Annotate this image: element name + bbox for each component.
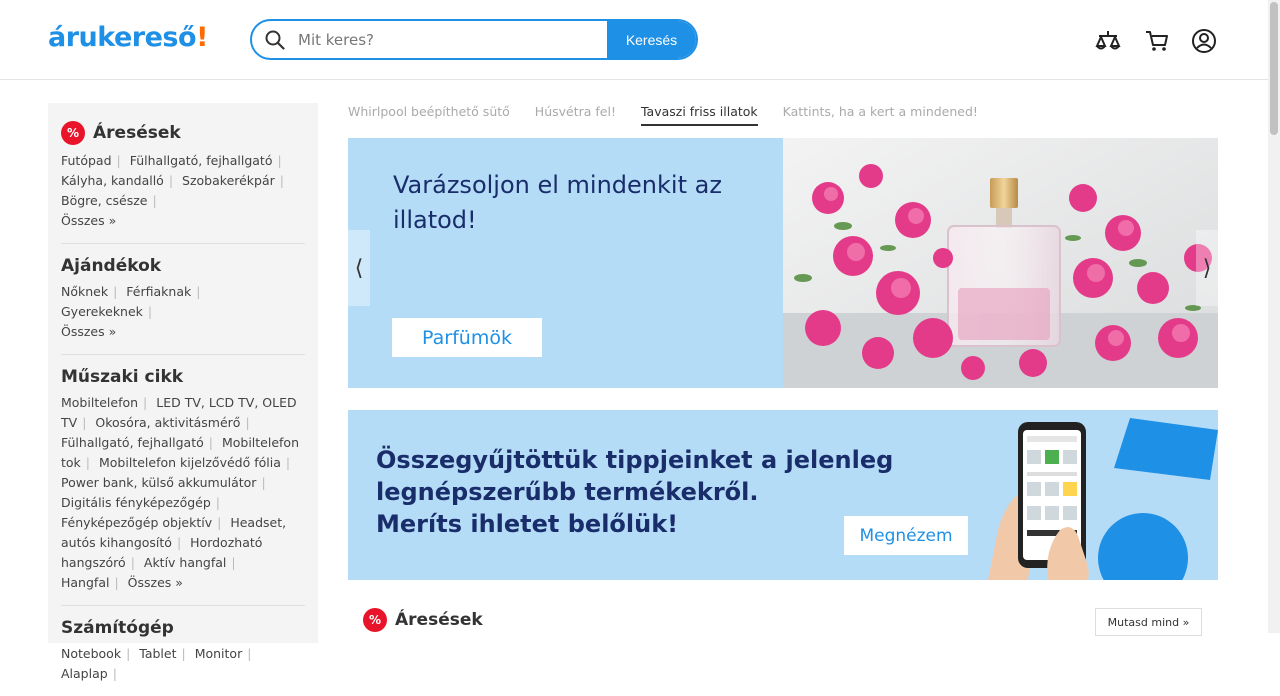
link-notebook[interactable]: Notebook	[61, 646, 121, 661]
link-bogre[interactable]: Bögre, csésze	[61, 193, 148, 208]
category-links-computers: Notebook | Tablet | Monitor | Alaplap |	[61, 646, 252, 681]
link-aktiv-hangfal[interactable]: Aktív hangfal	[144, 555, 227, 570]
tips-banner[interactable]: Összegyűjtöttük tippjeinket a jelenleg l…	[348, 410, 1218, 580]
carousel-prev-arrow-icon[interactable]: ⟨	[348, 230, 370, 306]
tips-line-1: Összegyűjtöttük tippjeinket a jelenleg	[376, 446, 894, 474]
link-fulhallgato-tech[interactable]: Fülhallgató, fejhallgató	[61, 435, 204, 450]
category-title-gifts: Ajándékok	[61, 256, 305, 276]
link-kalyha[interactable]: Kályha, kandalló	[61, 173, 164, 188]
site-logo[interactable]: árukereső!	[48, 22, 208, 53]
cart-icon[interactable]	[1143, 27, 1171, 55]
category-links-deals: Futópad | Fülhallgató, fejhallgató | Kályh…	[61, 153, 284, 228]
link-objektiv[interactable]: Fényképezőgép objektív	[61, 515, 212, 530]
deals-section-heading: Áresések	[395, 610, 483, 630]
phone-hand-illustration	[988, 418, 1218, 580]
link-all-tech[interactable]: Összes »	[128, 575, 183, 590]
view-tips-button[interactable]: Megnézem	[844, 516, 968, 555]
link-tablet[interactable]: Tablet	[139, 646, 176, 661]
category-links-tech: Mobiltelefon | LED TV, LCD TV, OLED TV | O…	[61, 395, 300, 590]
category-gifts: Ajándékok Nőknek | Férfiaknak | Gyerekekne…	[61, 256, 305, 355]
tab-tavaszi-illatok[interactable]: Tavaszi friss illatok	[640, 104, 758, 126]
compare-scale-icon[interactable]	[1094, 27, 1122, 55]
perfume-image	[783, 138, 1218, 388]
perfume-button[interactable]: Parfümök	[392, 318, 542, 357]
link-hangfal[interactable]: Hangfal	[61, 575, 109, 590]
show-all-button[interactable]: Mutasd mind »	[1095, 608, 1202, 636]
page-scrollbar[interactable]	[1268, 0, 1280, 633]
deals-section-title: % Áresések	[363, 608, 483, 632]
link-noknek[interactable]: Nőknek	[61, 284, 108, 299]
perfume-banner[interactable]: Varázsoljon el mindenkit az illatod! Par…	[348, 138, 1218, 388]
user-account-icon[interactable]	[1190, 27, 1218, 55]
category-deals: % Áresések Futópad | Fülhallgató, fejhall…	[61, 121, 305, 244]
category-link-deals[interactable]: Áresések	[93, 123, 181, 143]
link-mobiltelefon[interactable]: Mobiltelefon	[61, 395, 138, 410]
link-ferfiaknak[interactable]: Férfiaknak	[126, 284, 191, 299]
tab-kert[interactable]: Kattints, ha a kert a mindened!	[783, 104, 978, 126]
category-title-tech: Műszaki cikk	[61, 367, 305, 387]
link-all-gifts[interactable]: Összes »	[61, 324, 116, 339]
link-futopad[interactable]: Futópad	[61, 153, 112, 168]
category-link-gifts[interactable]: Ajándékok	[61, 256, 161, 276]
link-kijelzovedo[interactable]: Mobiltelefon kijelzővédő fólia	[99, 455, 281, 470]
category-computers: Számítógép Notebook | Tablet | Monitor | Al…	[61, 618, 305, 696]
category-title-deals: % Áresések	[61, 121, 305, 145]
scrollbar-thumb[interactable]	[1270, 2, 1278, 135]
tips-line-3: Meríts ihletet belőlük!	[376, 510, 679, 538]
promo-tabs: Whirlpool beépíthető sütő Húsvétra fel! …	[348, 104, 978, 126]
category-title-computers: Számítógép	[61, 618, 305, 638]
tab-whirlpool[interactable]: Whirlpool beépíthető sütő	[348, 104, 510, 126]
category-link-tech[interactable]: Műszaki cikk	[61, 367, 183, 387]
category-links-gifts: Nőknek | Férfiaknak | Gyerekeknek | Összes …	[61, 284, 201, 339]
link-fenykepezogep[interactable]: Digitális fényképezőgép	[61, 495, 211, 510]
link-all-deals[interactable]: Összes »	[61, 213, 116, 228]
search-bar: Keresés	[250, 19, 698, 60]
category-tech: Műszaki cikk Mobiltelefon | LED TV, LCD T…	[61, 367, 305, 606]
search-button[interactable]: Keresés	[607, 21, 696, 58]
category-link-computers[interactable]: Számítógép	[61, 618, 174, 638]
tips-banner-text: Összegyűjtöttük tippjeinket a jelenleg l…	[376, 444, 893, 540]
percent-badge-icon: %	[363, 608, 387, 632]
search-input[interactable]	[298, 21, 607, 58]
percent-badge-icon: %	[61, 121, 85, 145]
carousel-next-arrow-icon[interactable]: ⟩	[1196, 230, 1218, 306]
link-gyerekeknek[interactable]: Gyerekeknek	[61, 304, 143, 319]
category-sidebar: % Áresések Futópad | Fülhallgató, fejhall…	[48, 103, 318, 681]
link-szobakerekpar[interactable]: Szobakerékpár	[182, 173, 275, 188]
tips-line-2: legnépszerűbb termékekről.	[376, 478, 759, 506]
site-header: árukereső! Keresés	[0, 0, 1268, 80]
link-monitor[interactable]: Monitor	[195, 646, 243, 661]
search-icon	[252, 21, 298, 58]
link-powerbank[interactable]: Power bank, külső akkumulátor	[61, 475, 256, 490]
tab-husvet[interactable]: Húsvétra fel!	[535, 104, 616, 126]
link-alaplap[interactable]: Alaplap	[61, 666, 108, 681]
link-okosora[interactable]: Okosóra, aktivitásmérő	[95, 415, 240, 430]
banner-title: Varázsoljon el mindenkit az illatod!	[393, 171, 722, 234]
link-fulhallgato[interactable]: Fülhallgató, fejhallgató	[130, 153, 273, 168]
